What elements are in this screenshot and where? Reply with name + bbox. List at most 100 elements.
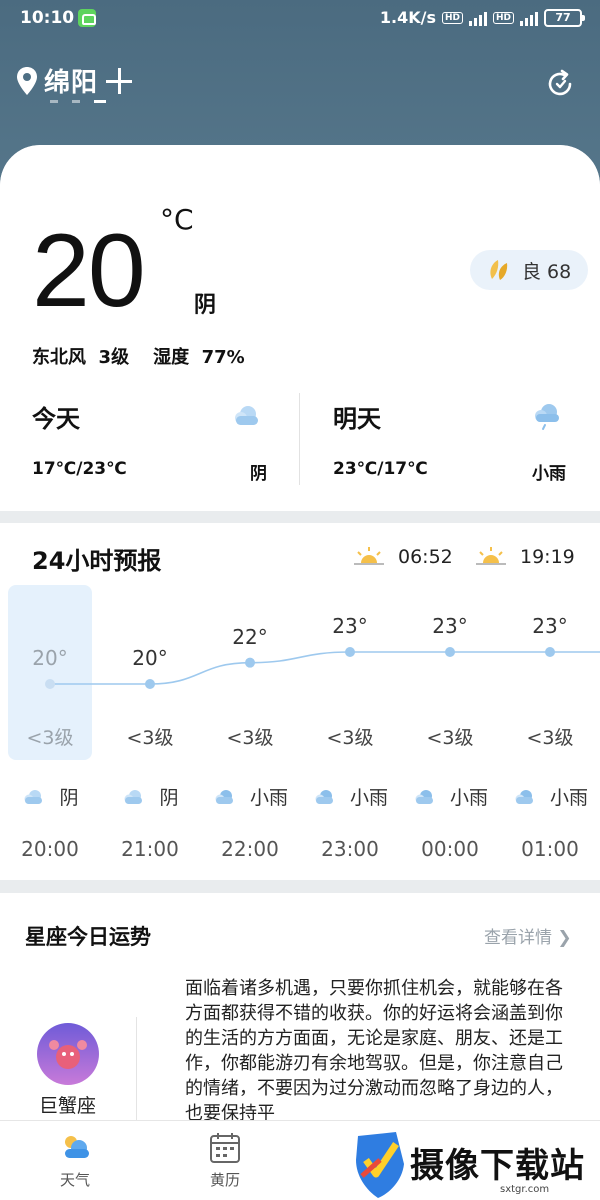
hour-condition: 小雨 (500, 783, 600, 810)
view-details-label: 查看详情 (484, 928, 552, 948)
watermark-text: 摄像下载站 (410, 1146, 585, 1186)
city-name: 绵阳 (44, 68, 99, 98)
refresh-icon[interactable] (544, 68, 576, 100)
hour-time: 23:00 (321, 837, 379, 861)
hour-condition: 小雨 (200, 783, 300, 810)
temperature-unit: °C (160, 203, 194, 236)
hd-badge-2: HD (492, 11, 514, 24)
hour-condition: 小雨 (400, 783, 500, 810)
hour-condition-label: 小雨 (249, 787, 288, 809)
tomorrow-condition: 小雨 (532, 464, 566, 484)
page-dot (50, 100, 58, 103)
status-right: 1.4K/s HD HD 77 (380, 8, 585, 27)
wind-level: 3级 (98, 347, 130, 368)
hour-temp: 23° (532, 614, 568, 638)
wind-humidity-row: 东北风 3级 湿度 77% (32, 343, 245, 369)
tomorrow-summary[interactable]: 明天 23℃/17℃ 小雨 (333, 395, 593, 485)
nav-calendar-label: 黄历 (209, 1171, 240, 1189)
nav-weather[interactable]: 天气 (35, 1131, 115, 1190)
hour-condition-label: 阴 (159, 787, 179, 809)
hour-time: 00:00 (421, 837, 479, 861)
humidity-label: 湿度 (153, 347, 190, 368)
today-temp-range: 17℃/23℃ (32, 459, 127, 479)
cancer-sign-icon (37, 1023, 99, 1085)
add-city-icon[interactable] (106, 67, 133, 94)
hour-condition: 小雨 (300, 783, 400, 810)
crab-icon (49, 1040, 87, 1069)
today-title: 今天 (32, 405, 80, 433)
light-rain-icon (315, 789, 333, 804)
location-header[interactable]: 绵阳 (16, 62, 133, 99)
hour-column[interactable]: 22° <3级小雨 22:00 (200, 523, 300, 880)
hour-column[interactable]: 20° <3级阴 20:00 (0, 523, 100, 880)
current-weather-section: 20 °C 阴 东北风 3级 湿度 77% 良 68 今天 17℃/23℃ 阴 (0, 145, 600, 511)
hour-time: 01:00 (521, 837, 579, 861)
battery-icon: 77 (544, 8, 585, 27)
hour-temp: 23° (332, 614, 368, 638)
hour-time: 21:00 (121, 837, 179, 861)
hour-condition: 阴 (0, 783, 100, 810)
hour-condition-label: 小雨 (449, 787, 488, 809)
hour-condition-label: 阴 (59, 787, 79, 809)
today-condition: 阴 (250, 464, 267, 484)
day-divider (299, 393, 300, 485)
hour-temp: 20° (132, 646, 168, 670)
current-temperature: 20 (32, 213, 146, 329)
page-dot-active (94, 100, 106, 103)
tomorrow-temp-range: 23℃/17℃ (333, 459, 428, 479)
hour-wind: <3级 (126, 727, 174, 749)
hour-wind: <3级 (526, 727, 574, 749)
hour-time: 20:00 (21, 837, 79, 861)
page-indicator (50, 100, 106, 103)
signal-icon (468, 10, 487, 26)
light-rain-icon (415, 789, 433, 804)
hour-temp: 22° (232, 624, 268, 649)
horoscope-title: 星座今日运势 (25, 925, 151, 949)
status-bar: 10:10 1.4K/s HD HD 77 (0, 0, 600, 38)
nav-calendar[interactable]: 黄历 (185, 1131, 265, 1190)
calendar-icon (210, 1133, 240, 1163)
hour-condition: 阴 (100, 783, 200, 810)
today-summary[interactable]: 今天 17℃/23℃ 阴 (32, 395, 292, 485)
wind-direction: 东北风 (32, 347, 86, 368)
watermark-url: sxtgr.com (500, 1184, 550, 1195)
location-pin-icon (17, 66, 37, 95)
hd-badge: HD (441, 11, 463, 24)
hour-column[interactable]: 23° <3级小雨 00:00 (400, 523, 500, 880)
hour-wind: <3级 (226, 727, 274, 749)
sign-name: 巨蟹座 (39, 1095, 97, 1117)
hour-wind: <3级 (326, 727, 374, 749)
main-card: 20 °C 阴 东北风 3级 湿度 77% 良 68 今天 17℃/23℃ 阴 (0, 145, 600, 1200)
hour-condition-label: 小雨 (349, 787, 388, 809)
view-details-link[interactable]: 查看详情 ❯ (484, 923, 572, 948)
hour-wind: <3级 (26, 727, 74, 749)
leaf-icon (490, 260, 508, 280)
hour-condition-label: 小雨 (549, 787, 588, 809)
hour-column[interactable]: 20° <3级阴 21:00 (100, 523, 200, 880)
status-time: 10:10 (20, 8, 75, 28)
chevron-right-icon: ❯ (557, 928, 572, 948)
hour-time: 22:00 (221, 837, 279, 861)
light-rain-icon (535, 404, 559, 430)
hour-column[interactable]: 23° <3级小雨 01:00 (500, 523, 600, 880)
cloudy-icon (124, 789, 143, 804)
hour-temp: 23° (432, 614, 468, 638)
humidity-value: 77% (201, 347, 245, 368)
aqi-text: 良 68 (522, 260, 572, 283)
nav-weather-label: 天气 (59, 1171, 90, 1189)
current-condition: 阴 (194, 293, 217, 318)
weather-icon (65, 1136, 89, 1158)
light-rain-icon (515, 789, 533, 804)
hour-temp: 20° (32, 646, 68, 670)
air-quality-badge[interactable]: 良 68 (470, 250, 588, 290)
horoscope-text: 面临着诸多机遇，只要你抓住机会，就能够在各方面都获得不错的收获。你的好运将会涵盖… (185, 978, 563, 1124)
hourly-forecast-section: 24小时预报 06:52 19:19 20° <3级阴 20:00 20° <3… (0, 523, 600, 880)
hour-wind: <3级 (426, 727, 474, 749)
tomorrow-title: 明天 (333, 405, 381, 433)
notification-app-icon (78, 9, 96, 27)
hour-column[interactable]: 23° <3级小雨 23:00 (300, 523, 400, 880)
page-dot (72, 100, 80, 103)
light-rain-icon (215, 789, 233, 804)
cloudy-icon (24, 789, 43, 804)
signal-icon-2 (520, 10, 538, 26)
